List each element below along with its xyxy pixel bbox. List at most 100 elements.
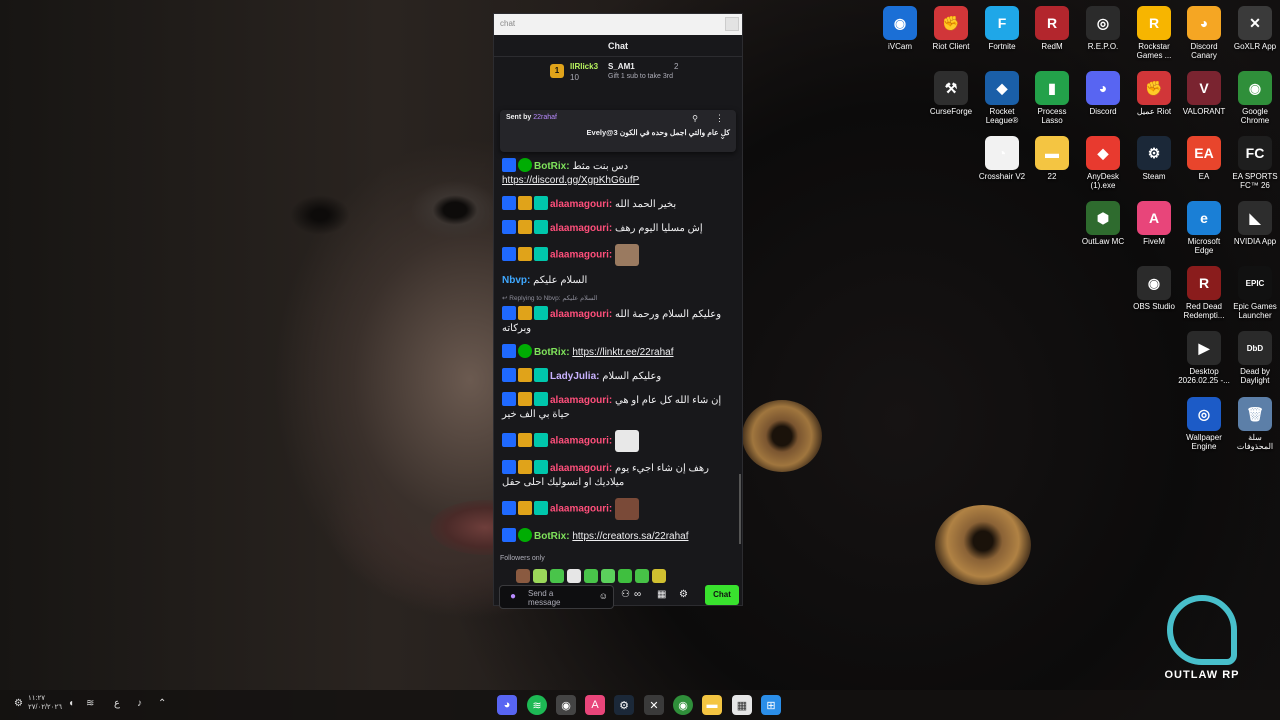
desktop-icon[interactable]: ◉ OBS Studio [1128, 266, 1180, 311]
sub-badge-icon[interactable] [534, 246, 548, 261]
chat-username[interactable]: Nbvp: [502, 275, 533, 286]
desktop-icon[interactable]: ⚙ Steam [1128, 136, 1180, 181]
more-options-icon[interactable]: ⋮ [715, 113, 724, 124]
mod-badge-icon[interactable] [502, 158, 516, 172]
chat-message[interactable]: alaamagouri: رهف إن شاء اجيء يوم ميلاديك… [500, 456, 736, 494]
chat-username[interactable]: alaamagouri: [550, 436, 615, 447]
chat-message[interactable]: Nbvp: السلام عليكم [500, 270, 736, 292]
crown-badge-icon[interactable] [518, 500, 532, 515]
store-taskbar-icon[interactable]: ▦ [732, 695, 752, 715]
chat-username[interactable]: alaamagouri: [550, 504, 615, 515]
desktop-icon[interactable]: R RedM [1026, 6, 1078, 51]
chat-username[interactable]: alaamagouri: [550, 395, 615, 406]
chat-emote[interactable] [615, 430, 640, 452]
chat-username[interactable]: alaamagouri: [550, 309, 615, 320]
bits-icon[interactable]: ⚇ [621, 589, 630, 600]
desktop-icon[interactable]: ◉ Google Chrome [1229, 71, 1280, 125]
discord-taskbar-icon[interactable]: ◕ [497, 695, 517, 715]
mod-badge-icon[interactable] [502, 460, 516, 474]
desktop-icon[interactable]: R Rockstar Games ... [1128, 6, 1180, 60]
emote[interactable] [635, 569, 649, 583]
infinity-icon[interactable]: ∞ [634, 589, 641, 600]
chat-username[interactable]: BotRix: [534, 531, 572, 542]
emote[interactable] [652, 569, 666, 583]
chat-emote[interactable] [615, 498, 640, 520]
verified-badge-icon[interactable] [518, 158, 532, 172]
window-titlebar[interactable]: chat [494, 14, 742, 35]
chat-username[interactable]: BotRix: [534, 161, 572, 172]
crown-badge-icon[interactable] [518, 306, 532, 320]
desktop-icon[interactable]: ◎ Wallpaper Engine [1178, 397, 1230, 451]
desktop-icon[interactable]: e Microsoft Edge [1178, 201, 1230, 255]
verified-badge-icon[interactable] [518, 528, 532, 542]
chat-username[interactable]: BotRix: [534, 347, 572, 358]
mod-badge-icon[interactable] [502, 432, 516, 447]
desktop-icon[interactable]: ▬ 22 [1026, 136, 1078, 181]
desktop-icon[interactable]: ◎ R.E.P.O. [1077, 6, 1129, 51]
crown-badge-icon[interactable] [518, 246, 532, 261]
sub-badge-icon[interactable] [534, 368, 548, 382]
chat-message[interactable]: alaamagouri: [500, 240, 736, 270]
mod-badge-icon[interactable] [502, 196, 516, 210]
mod-badge-icon[interactable] [502, 392, 516, 406]
crown-badge-icon[interactable] [518, 460, 532, 474]
chat-username[interactable]: alaamagouri: [550, 223, 615, 234]
desktop-icon[interactable]: ◕ Discord Canary [1178, 6, 1230, 60]
desktop-icon[interactable]: ◕ Discord [1077, 71, 1129, 116]
chevron-down-icon[interactable]: ⌄ [719, 132, 726, 141]
chat-username[interactable]: alaamagouri: [550, 250, 615, 261]
crown-badge-icon[interactable] [518, 432, 532, 447]
emote[interactable] [601, 569, 615, 583]
chat-username[interactable]: alaamagouri: [550, 199, 615, 210]
close-icon[interactable] [725, 17, 739, 31]
chat-message[interactable]: alaamagouri: [500, 426, 736, 456]
sub-badge-icon[interactable] [534, 500, 548, 515]
desktop-icon[interactable]: DbD Dead by Daylight [1229, 331, 1280, 385]
chat-message[interactable]: LadyJulia: وعليكم السلام [500, 364, 736, 388]
mod-badge-icon[interactable] [502, 368, 516, 382]
gift-icon[interactable]: ▦ [657, 589, 666, 600]
emote[interactable] [550, 569, 564, 583]
message-input[interactable]: ● Send a message ☺ [499, 585, 614, 609]
pinned-message[interactable]: Sent by 22rahaf ⚲ ⋮ كل عام والتي اجمل وح… [500, 110, 736, 152]
microphone-icon[interactable]: ♪ [137, 698, 142, 709]
emote[interactable] [567, 569, 581, 583]
crown-badge-icon[interactable] [518, 220, 532, 234]
file-explorer-taskbar-icon[interactable]: ▬ [702, 695, 722, 715]
sub-badge-icon[interactable] [534, 306, 548, 320]
desktop-icon[interactable]: F Fortnite [976, 6, 1028, 51]
chat-message[interactable]: BotRix: https://creators.sa/22rahaf [500, 524, 736, 546]
desktop-icon[interactable]: EA EA [1178, 136, 1230, 181]
start-menu-icon[interactable]: ⊞ [761, 695, 781, 715]
chat-emote[interactable] [615, 244, 640, 266]
desktop-icon[interactable]: ▶ Desktop 2026.02.25 -... [1178, 331, 1230, 385]
desktop-icon[interactable]: A FiveM [1128, 201, 1180, 246]
emote[interactable] [584, 569, 598, 583]
mod-badge-icon[interactable] [502, 246, 516, 261]
desktop-icon[interactable]: ◔ Crosshair V2 [976, 136, 1028, 181]
desktop-icon[interactable]: V VALORANT [1178, 71, 1230, 116]
crown-badge-icon[interactable] [518, 392, 532, 406]
crown-badge-icon[interactable] [518, 196, 532, 210]
reply-indicator[interactable]: ↩ Replying to Nbvp: السلام عليكم [500, 292, 736, 302]
mod-badge-icon[interactable] [502, 528, 516, 542]
chat-username[interactable]: LadyJulia: [550, 371, 602, 382]
steam-taskbar-icon[interactable]: ⚙ [614, 695, 634, 715]
chrome-taskbar-icon[interactable]: ◉ [673, 695, 693, 715]
chat-message[interactable]: BotRix: دس بنت مثط https://discord.gg/Xgp… [500, 154, 736, 192]
desktop-icon[interactable]: ⬢ OutLaw MC [1077, 201, 1129, 246]
desktop-icon[interactable]: ◉ iVCam [874, 6, 926, 51]
mic-icon[interactable]: ● [510, 591, 516, 602]
sub-badge-icon[interactable] [534, 432, 548, 447]
sub-badge-icon[interactable] [534, 392, 548, 406]
pinned-sender-name[interactable]: 22rahaf [533, 114, 557, 121]
gear-icon[interactable]: ⚙ [679, 589, 688, 600]
desktop-icon[interactable]: ✕ GoXLR App [1229, 6, 1280, 51]
desktop-icon[interactable]: ▮ Process Lasso [1026, 71, 1078, 125]
obs-taskbar-icon[interactable]: ◉ [556, 695, 576, 715]
crown-badge-icon[interactable] [518, 368, 532, 382]
sub-badge-icon[interactable] [534, 196, 548, 210]
desktop-icon[interactable]: EPIC Epic Games Launcher [1229, 266, 1280, 320]
chat-message-list[interactable]: BotRix: دس بنت مثط https://discord.gg/Xgp… [494, 104, 742, 546]
chat-link[interactable]: https://creators.sa/22rahaf [572, 531, 688, 542]
